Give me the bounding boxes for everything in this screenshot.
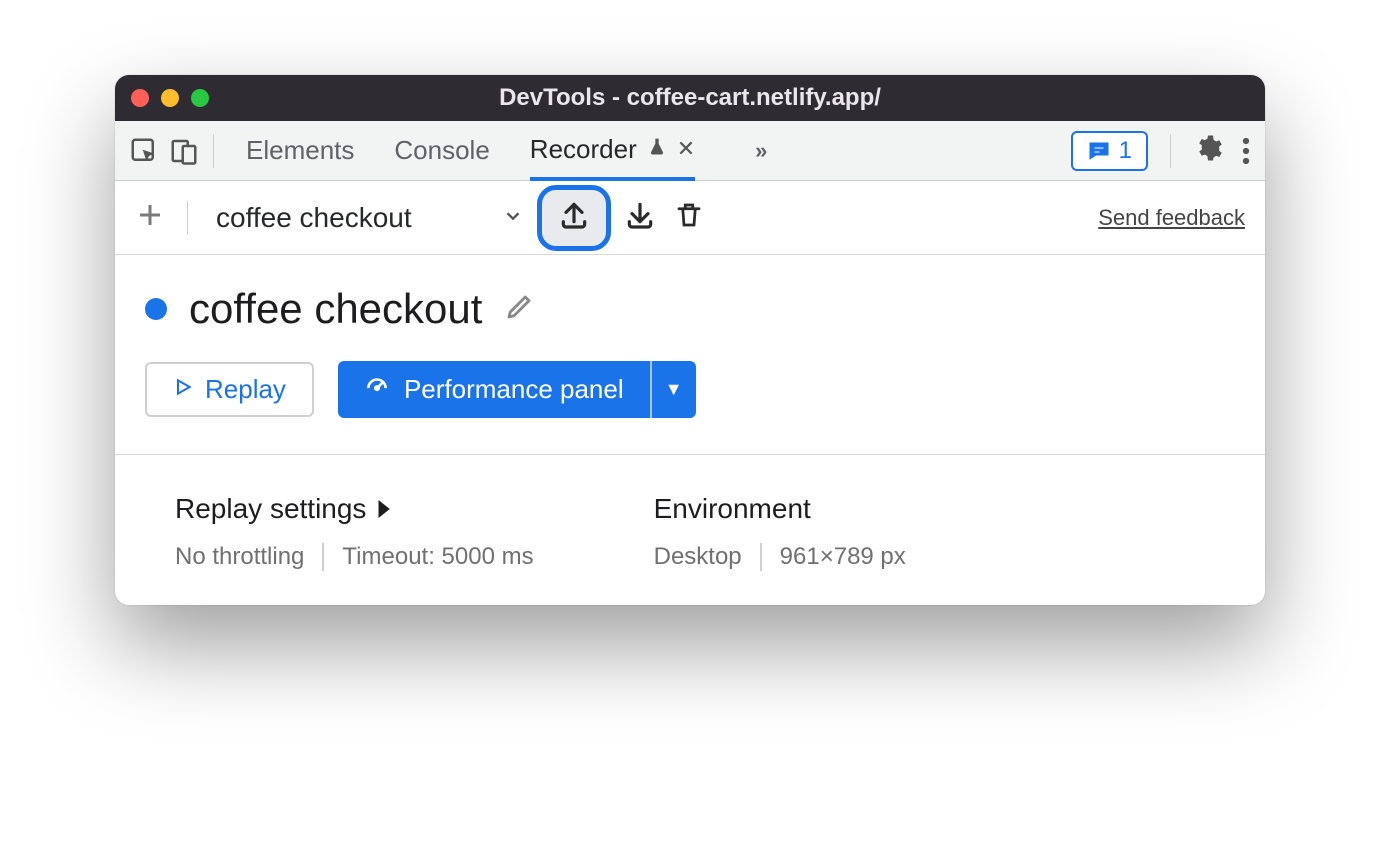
tab-list: Elements Console Recorder ✕ » [246, 121, 767, 181]
window-title: DevTools - coffee-cart.netlify.app/ [115, 84, 1265, 112]
tab-console[interactable]: Console [394, 121, 489, 181]
traffic-lights [115, 89, 209, 107]
pencil-icon [504, 309, 534, 326]
replay-button[interactable]: Replay [145, 362, 314, 417]
flask-icon [647, 134, 667, 165]
recording-select[interactable]: coffee checkout [216, 202, 524, 234]
environment-heading: Environment [654, 493, 906, 525]
viewport-value: 961×789 px [780, 543, 906, 571]
value-divider [322, 543, 324, 571]
tab-elements[interactable]: Elements [246, 121, 354, 181]
close-icon[interactable]: ✕ [677, 136, 695, 162]
devtools-window: DevTools - coffee-cart.netlify.app/ Elem… [115, 75, 1265, 605]
trash-icon [674, 217, 704, 234]
import-button[interactable] [624, 199, 656, 236]
recording-name: coffee checkout [216, 202, 412, 234]
settings-gear-icon[interactable] [1193, 133, 1223, 168]
new-recording-button[interactable] [135, 200, 165, 235]
heading-text: Environment [654, 493, 811, 525]
caret-down-icon: ▼ [665, 379, 683, 400]
replay-settings-values: No throttling Timeout: 5000 ms [175, 543, 534, 571]
tab-label: Recorder [530, 134, 637, 165]
performance-label: Performance panel [404, 374, 624, 405]
gauge-icon [364, 373, 390, 406]
export-button[interactable] [542, 190, 606, 246]
toolbar-divider [1170, 134, 1171, 168]
toolbar-right: 1 [1071, 131, 1251, 171]
delete-button[interactable] [674, 200, 704, 235]
caret-right-icon [376, 493, 390, 525]
settings-row: Replay settings No throttling Timeout: 5… [175, 493, 1235, 571]
recording-status-dot [145, 298, 167, 320]
tab-label: Elements [246, 135, 354, 166]
performance-panel-button[interactable]: Performance panel ▼ [338, 361, 696, 418]
replay-settings-heading[interactable]: Replay settings [175, 493, 534, 525]
send-feedback-link[interactable]: Send feedback [1098, 205, 1245, 231]
performance-dropdown[interactable]: ▼ [650, 361, 696, 418]
issues-badge[interactable]: 1 [1071, 131, 1148, 171]
recorder-main: coffee checkout Replay Performance [115, 255, 1265, 571]
download-icon [624, 218, 656, 235]
environment-values: Desktop 961×789 px [654, 543, 906, 571]
action-buttons: Replay Performance panel ▼ [145, 361, 1235, 418]
minimize-window-button[interactable] [161, 89, 179, 107]
heading-text: Replay settings [175, 493, 366, 525]
chevron-down-icon [502, 202, 524, 234]
recording-title-row: coffee checkout [145, 285, 1235, 333]
inspect-element-icon[interactable] [129, 131, 159, 171]
timeout-value: Timeout: 5000 ms [342, 543, 533, 571]
tab-recorder[interactable]: Recorder ✕ [530, 121, 695, 181]
play-icon [173, 374, 193, 405]
issues-count: 1 [1119, 137, 1132, 165]
tab-label: Console [394, 135, 489, 166]
more-menu-icon[interactable] [1241, 136, 1251, 166]
window-titlebar: DevTools - coffee-cart.netlify.app/ [115, 75, 1265, 121]
replay-settings-column: Replay settings No throttling Timeout: 5… [175, 493, 534, 571]
replay-label: Replay [205, 374, 286, 405]
more-tabs-icon[interactable]: » [755, 138, 767, 164]
toolbar-divider [187, 201, 188, 235]
toolbar-divider [213, 134, 214, 168]
device-toolbar-icon[interactable] [169, 131, 199, 171]
environment-column: Environment Desktop 961×789 px [654, 493, 906, 571]
zoom-window-button[interactable] [191, 89, 209, 107]
recording-title: coffee checkout [189, 285, 482, 333]
device-value: Desktop [654, 543, 742, 571]
devtools-tabbar: Elements Console Recorder ✕ » 1 [115, 121, 1265, 181]
value-divider [760, 543, 762, 571]
close-window-button[interactable] [131, 89, 149, 107]
recorder-toolbar: coffee checkout [115, 181, 1265, 255]
upload-icon [558, 199, 590, 236]
throttling-value: No throttling [175, 543, 304, 571]
section-divider [115, 454, 1265, 455]
edit-title-button[interactable] [504, 292, 534, 327]
